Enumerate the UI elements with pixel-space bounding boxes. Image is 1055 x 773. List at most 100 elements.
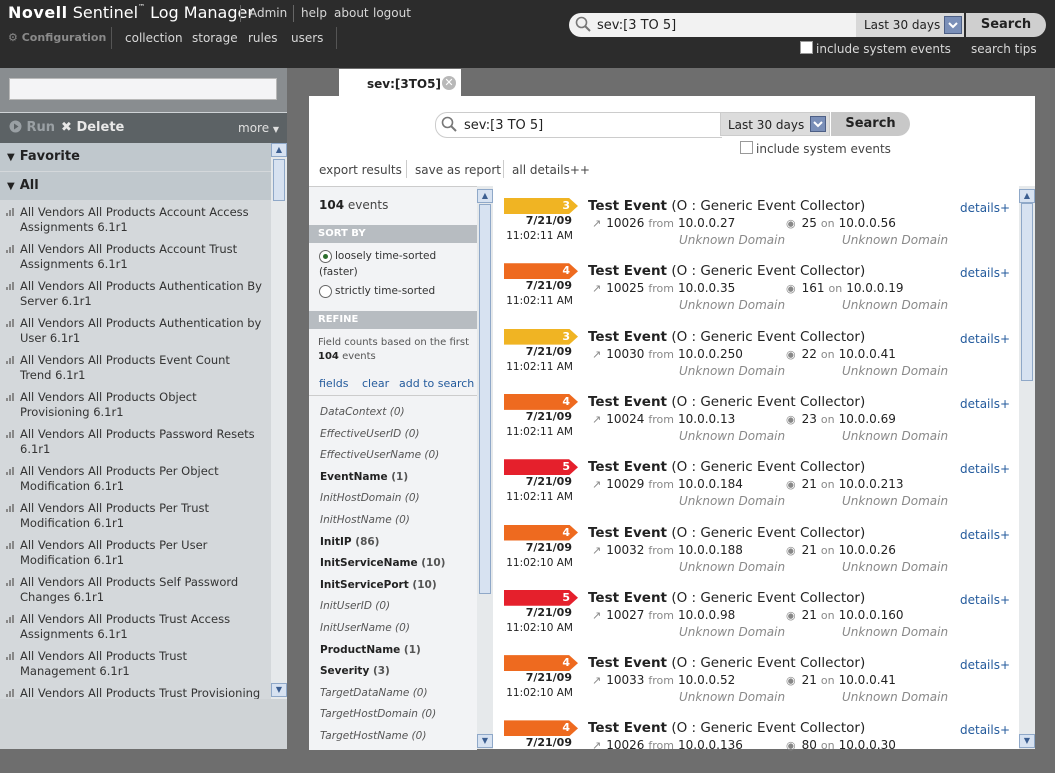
event-title[interactable]: Test Event (O : Generic Event Collector) [588, 590, 865, 606]
save-as-report-link[interactable]: save as report [415, 163, 501, 177]
event-title[interactable]: Test Event (O : Generic Event Collector) [588, 720, 865, 736]
report-list-scrollbar[interactable]: ▲ ▼ [271, 143, 287, 699]
target-ip[interactable]: 10.0.0.41 [839, 673, 896, 687]
target-ip[interactable]: 10.0.0.26 [839, 543, 896, 557]
close-tab-icon[interactable]: ✕ [442, 76, 456, 90]
target-port[interactable]: 21 [802, 608, 817, 622]
source-ip[interactable]: 10.0.0.136 [678, 738, 743, 752]
refine-field-item[interactable]: InitHostName (0) [320, 514, 410, 526]
global-include-system-checkbox[interactable] [800, 41, 813, 54]
source-port[interactable]: 10026 [606, 216, 644, 230]
source-ip[interactable]: 10.0.0.52 [678, 673, 735, 687]
tab-search-results[interactable]: sev:[3TO5] ✕ [339, 69, 461, 97]
source-ip[interactable]: 10.0.0.184 [678, 477, 743, 491]
refine-field-item[interactable]: InitUserID (0) [320, 600, 390, 612]
search-tips-link[interactable]: search tips [971, 42, 1037, 56]
event-details-link[interactable]: details+ [960, 266, 1010, 280]
global-period-select[interactable]: Last 30 days [856, 13, 964, 37]
refine-field-item[interactable]: Severity (3) [320, 665, 390, 677]
refine-field-item[interactable]: InitHostDomain (0) [320, 492, 420, 504]
scroll-down-arrow[interactable]: ▼ [477, 734, 493, 748]
target-port[interactable]: 21 [802, 543, 817, 557]
report-list-item[interactable]: All Vendors All Products Trust Provision… [0, 686, 271, 699]
export-results-link[interactable]: export results [319, 163, 402, 177]
source-ip[interactable]: 10.0.0.98 [678, 608, 735, 622]
event-details-link[interactable]: details+ [960, 723, 1010, 737]
refine-field-item[interactable]: TargetHostDomain (0) [320, 708, 436, 720]
source-port[interactable]: 10024 [606, 412, 644, 426]
report-list-item[interactable]: All Vendors All Products Authentication … [0, 316, 271, 350]
refine-field-item[interactable]: TargetDataName (0) [320, 687, 428, 699]
target-ip[interactable]: 10.0.0.69 [839, 412, 896, 426]
main-search-input[interactable] [464, 116, 714, 134]
event-title[interactable]: Test Event (O : Generic Event Collector) [588, 394, 865, 410]
source-port[interactable]: 10026 [606, 738, 644, 752]
subnav-rules[interactable]: rules [248, 31, 278, 45]
report-list-item[interactable]: All Vendors All Products Account Access … [0, 205, 271, 239]
event-title[interactable]: Test Event (O : Generic Event Collector) [588, 329, 865, 345]
run-button[interactable]: Run [9, 120, 55, 135]
source-port[interactable]: 10029 [606, 477, 644, 491]
scroll-thumb[interactable] [1021, 203, 1033, 381]
report-list-item[interactable]: All Vendors All Products Self Password C… [0, 575, 271, 609]
source-ip[interactable]: 10.0.0.27 [678, 216, 735, 230]
event-details-link[interactable]: details+ [960, 528, 1010, 542]
source-port[interactable]: 10033 [606, 673, 644, 687]
global-search-button[interactable]: Search [966, 13, 1046, 37]
scroll-up-arrow[interactable]: ▲ [271, 143, 287, 157]
event-title[interactable]: Test Event (O : Generic Event Collector) [588, 198, 865, 214]
all-details-link[interactable]: all details++ [512, 163, 590, 177]
event-title[interactable]: Test Event (O : Generic Event Collector) [588, 525, 865, 541]
nav-logout[interactable]: logout [373, 6, 411, 20]
target-port[interactable]: 80 [802, 738, 817, 752]
report-list-item[interactable]: All Vendors All Products Account Trust A… [0, 242, 271, 276]
refine-field-item[interactable]: EffectiveUserName (0) [320, 449, 439, 461]
subnav-collection[interactable]: collection [125, 31, 183, 45]
target-ip[interactable]: 10.0.0.160 [839, 608, 904, 622]
main-include-system-checkbox[interactable] [740, 141, 753, 154]
more-menu-button[interactable]: more ▼ [238, 121, 279, 135]
sort-strict-radio[interactable] [319, 285, 332, 298]
nav-about[interactable]: about [334, 6, 369, 20]
source-port[interactable]: 10027 [606, 608, 644, 622]
nav-configuration[interactable]: ⚙ Configuration [8, 31, 106, 44]
source-ip[interactable]: 10.0.0.188 [678, 543, 743, 557]
target-ip[interactable]: 10.0.0.30 [839, 738, 896, 752]
target-port[interactable]: 22 [802, 347, 817, 361]
report-list-item[interactable]: All Vendors All Products Object Provisio… [0, 390, 271, 424]
report-list-item[interactable]: All Vendors All Products Per User Modifi… [0, 538, 271, 572]
global-search-box[interactable] [569, 13, 856, 37]
event-details-link[interactable]: details+ [960, 201, 1010, 215]
event-details-link[interactable]: details+ [960, 658, 1010, 672]
global-search-input[interactable] [597, 16, 847, 34]
main-search-button[interactable]: Search [831, 112, 910, 136]
refine-field-item[interactable]: InitIP (86) [320, 536, 379, 548]
report-list-item[interactable]: All Vendors All Products Per Object Modi… [0, 464, 271, 498]
main-search-box[interactable] [435, 112, 722, 138]
refine-field-item[interactable]: EffectiveUserID (0) [320, 428, 420, 440]
refine-field-item[interactable]: InitUserName (0) [320, 622, 410, 634]
report-list-item[interactable]: All Vendors All Products Authentication … [0, 279, 271, 313]
report-list-item[interactable]: All Vendors All Products Password Resets… [0, 427, 271, 461]
main-period-select[interactable]: Last 30 days [720, 112, 830, 136]
nav-admin[interactable]: Admin [249, 6, 287, 20]
sort-loose-radio[interactable] [319, 250, 332, 263]
clear-link[interactable]: clear [362, 377, 389, 390]
source-ip[interactable]: 10.0.0.250 [678, 347, 743, 361]
target-port[interactable]: 23 [802, 412, 817, 426]
group-favorite[interactable]: ▼ Favorite [0, 143, 271, 171]
fields-link[interactable]: fields [319, 377, 348, 390]
target-ip[interactable]: 10.0.0.213 [839, 477, 904, 491]
subnav-storage[interactable]: storage [192, 31, 238, 45]
target-port[interactable]: 161 [802, 281, 825, 295]
target-ip[interactable]: 10.0.0.19 [846, 281, 903, 295]
add-to-search-link[interactable]: add to search [399, 377, 474, 390]
source-ip[interactable]: 10.0.0.35 [678, 281, 735, 295]
event-list-scrollbar[interactable]: ▲ ▼ [1019, 186, 1035, 749]
sort-loose-label[interactable]: loosely time-sorted [335, 250, 436, 262]
filters-scrollbar[interactable]: ▲ ▼ [477, 186, 493, 749]
subnav-users[interactable]: users [291, 31, 323, 45]
event-details-link[interactable]: details+ [960, 462, 1010, 476]
event-details-link[interactable]: details+ [960, 332, 1010, 346]
refine-field-item[interactable]: InitServicePort (10) [320, 579, 437, 591]
